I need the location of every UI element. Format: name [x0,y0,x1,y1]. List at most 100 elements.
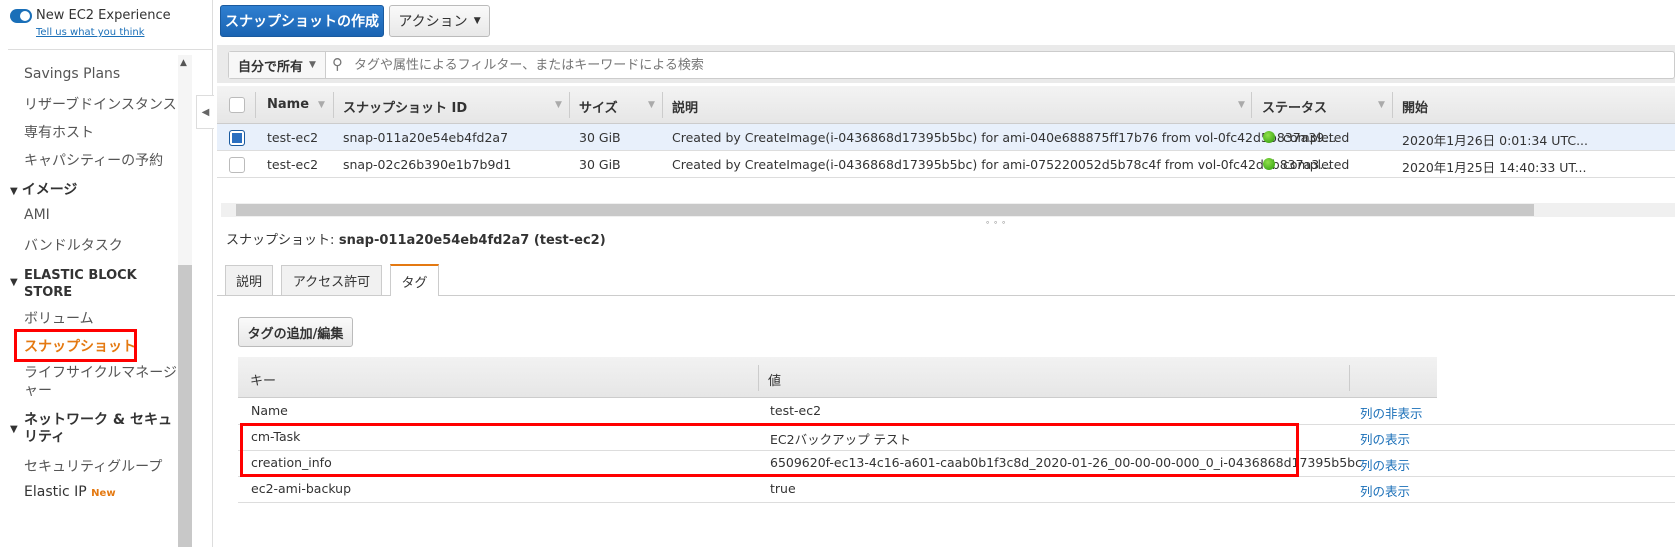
sidebar-item-dedicated-hosts[interactable]: 専有ホスト [24,122,94,142]
chevron-left-icon: ◀ [201,106,210,118]
chevron-down-icon: ▼ [473,16,481,26]
column-header-value: 値 [768,374,782,389]
section-label: STORE [24,285,73,300]
section-label: ネットワーク & セキュ [24,412,172,428]
cell-started: 2020年1月25日 14:40:33 UT... [1402,160,1587,175]
caret-down-icon: ▼ [10,424,18,435]
new-experience-label: New EC2 Experience [36,8,171,23]
section-label: ELASTIC BLOCK [24,268,137,283]
tag-key: ec2-ami-backup [251,481,352,496]
cell-snapshot-id: snap-02c26b390e1b7b9d1 [343,157,512,172]
search-icon: ⚲ [332,55,343,73]
item-label: ャー [24,383,52,399]
scroll-thumb[interactable] [236,204,1534,216]
column-divider [255,92,256,118]
sort-icon[interactable]: ▼ [648,100,655,110]
cell-name: test-ec2 [267,130,319,145]
actions-button[interactable]: アクション ▼ [389,5,490,37]
column-header-size[interactable]: サイズ [579,97,618,116]
caret-down-icon: ▼ [10,186,18,197]
status-ok-icon [1263,131,1275,143]
show-column-link[interactable]: 列の表示 [1360,429,1410,448]
cell-size: 30 GiB [579,130,621,145]
hide-column-link[interactable]: 列の非表示 [1360,403,1423,422]
sidebar-item-snapshots[interactable]: スナップショット [24,336,136,356]
cell-snapshot-id: snap-011a20e54eb4fd2a7 [343,130,509,145]
feedback-link[interactable]: Tell us what you think [36,27,145,38]
tag-value: true [770,481,796,496]
column-divider [333,92,334,118]
sidebar-section-images[interactable]: ▼ イメージ [10,182,77,200]
button-label: アクション [398,14,468,30]
search-input[interactable] [354,54,1554,76]
title-value: snap-011a20e54eb4fd2a7 (test-ec2) [338,233,606,248]
item-label: ライフサイクルマネージ [24,365,178,381]
section-label: リティ [24,429,66,445]
sort-icon[interactable]: ▼ [318,100,325,110]
resize-handle[interactable]: ∘∘∘ [985,218,1009,227]
row-checkbox[interactable] [229,130,245,146]
sort-icon[interactable]: ▼ [1378,100,1385,110]
sidebar-item-security-groups[interactable]: セキュリティグループ [24,456,162,476]
tab-permissions[interactable]: アクセス許可 [281,265,382,295]
sidebar-section-network[interactable]: ネットワーク & セキュ リティ [24,412,172,446]
column-divider [662,92,663,118]
dropdown-label: 自分で所有 [238,59,304,75]
tab-description[interactable]: 説明 [225,265,273,295]
sidebar: New EC2 Experience Tell us what you thin… [0,0,213,547]
column-header-name[interactable]: Name [267,97,309,112]
cell-name: test-ec2 [267,157,319,172]
cell-size: 30 GiB [579,157,621,172]
sidebar-item-capacity-reservations[interactable]: キャパシティーの予約 [24,150,163,170]
column-header-snapshot-id[interactable]: スナップショット ID [343,97,467,116]
column-header-status[interactable]: ステータス [1262,97,1327,116]
chevron-down-icon: ▼ [309,60,316,70]
cell-description: Created by CreateImage(i-0436868d17395b5… [672,157,1332,172]
sidebar-item-ami[interactable]: AMI [24,207,50,223]
cell-status: completed [1283,130,1350,145]
create-snapshot-button[interactable]: スナップショットの作成 [220,5,384,37]
status-ok-icon [1263,158,1275,170]
section-label: イメージ [21,182,78,198]
column-divider [758,365,759,391]
select-all-checkbox[interactable] [229,97,245,113]
sidebar-scroll-thumb[interactable] [178,265,192,547]
show-column-link[interactable]: 列の表示 [1360,455,1410,474]
divider [8,49,213,50]
owner-filter-dropdown[interactable]: 自分で所有 ▼ [229,52,326,78]
sort-icon[interactable]: ▼ [1238,100,1245,110]
show-column-link[interactable]: 列の表示 [1360,481,1410,500]
cell-description: Created by CreateImage(i-0436868d17395b5… [672,130,1337,145]
sort-icon[interactable]: ▼ [555,100,562,110]
row-divider [238,502,1675,503]
tags-table-header [238,357,1437,398]
cell-started: 2020年1月26日 0:01:34 UTC... [1402,133,1589,148]
sidebar-section-ebs[interactable]: ELASTIC BLOCK STORE [24,267,137,301]
sidebar-item-bundle-tasks[interactable]: バンドルタスク [24,235,123,255]
tag-value: test-ec2 [770,403,822,418]
tag-key: Name [251,403,288,418]
column-divider [1349,365,1350,391]
column-header-started[interactable]: 開始 [1402,97,1428,116]
column-header-key: キー [250,374,277,389]
highlight-box [240,423,1299,477]
sidebar-item-savings-plans[interactable]: Savings Plans [24,66,120,82]
sidebar-item-lifecycle-manager[interactable]: ライフサイクルマネージ ャー [24,364,177,400]
column-divider [569,92,570,118]
scroll-up-icon[interactable]: ▲ [180,58,187,68]
caret-down-icon: ▼ [10,277,18,288]
sidebar-item-volumes[interactable]: ボリューム [24,308,94,328]
title-prefix: スナップショット: [226,233,335,248]
add-edit-tags-button[interactable]: タグの追加/編集 [238,317,353,347]
detail-title: スナップショット: snap-011a20e54eb4fd2a7 (test-e… [226,229,606,248]
collapse-sidebar-button[interactable]: ◀ [196,95,214,129]
column-header-description[interactable]: 説明 [672,97,698,116]
tab-tags[interactable]: タグ [390,264,439,296]
item-label: Elastic IP [24,484,87,500]
row-checkbox[interactable] [229,157,245,173]
sidebar-item-reserved-instances[interactable]: リザーブドインスタンス [24,94,177,114]
cell-status: completed [1283,157,1350,172]
new-experience-toggle[interactable] [10,9,32,23]
sidebar-item-elastic-ip[interactable]: Elastic IP New [24,484,116,500]
column-divider [1251,92,1252,118]
